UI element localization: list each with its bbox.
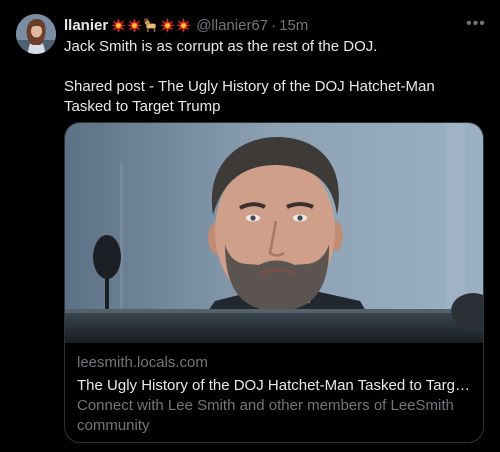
card-image[interactable]	[65, 123, 483, 343]
more-options-icon[interactable]: •••	[466, 14, 486, 34]
card-meta: leesmith.locals.com The Ugly History of …	[77, 353, 473, 436]
author-avatar[interactable]	[16, 14, 56, 54]
author-handle[interactable]: @llanier67	[196, 17, 268, 34]
collision-icon	[160, 17, 176, 33]
card-title[interactable]: The Ugly History of the DOJ Hatchet-Man …	[77, 376, 473, 396]
name-emojis	[111, 17, 192, 33]
post[interactable]: llanier @llanier67 · 15m ••• Jack Smith …	[0, 0, 500, 452]
card-description: Connect with Lee Smith and other members…	[77, 397, 454, 434]
author-name[interactable]: llanier	[64, 17, 108, 34]
post-timestamp[interactable]: 15m	[279, 17, 308, 34]
separator-dot: ·	[271, 16, 277, 34]
collision-icon	[111, 17, 127, 33]
collision-icon	[176, 17, 192, 33]
collision-icon	[127, 17, 143, 33]
post-text: Jack Smith is as corrupt as the rest of …	[64, 37, 484, 117]
card-domain[interactable]: leesmith.locals.com	[77, 353, 473, 373]
post-header: llanier @llanier67 · 15m	[64, 15, 470, 35]
link-preview-card[interactable]: leesmith.locals.com The Ugly History of …	[64, 122, 484, 443]
ram-icon	[143, 17, 156, 32]
post-text-line: Shared post - The Ugly History of the DO…	[64, 78, 435, 115]
post-text-line: Jack Smith is as corrupt as the rest of …	[64, 38, 378, 55]
